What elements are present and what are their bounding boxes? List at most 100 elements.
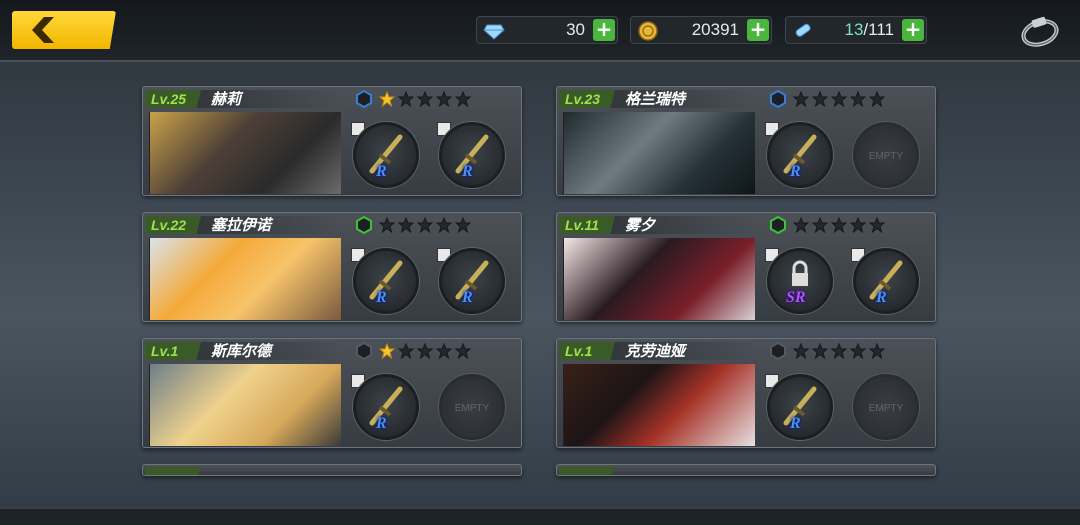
- ring-icon[interactable]: [1018, 13, 1062, 49]
- star-empty-icon: [416, 342, 434, 360]
- star-empty-icon: [416, 90, 434, 108]
- empty-label: EMPTY: [868, 403, 904, 414]
- character-portrait: [563, 112, 755, 194]
- level-badge: Lv.22: [145, 216, 201, 234]
- diamond-icon: [483, 24, 505, 40]
- weapon-slot[interactable]: R: [439, 122, 505, 188]
- character-card[interactable]: Lv.1 克劳迪娅 R EMPTY: [556, 338, 936, 448]
- diamond-value: 30: [566, 20, 585, 39]
- weapon-slot[interactable]: R: [853, 248, 919, 314]
- rarity-label: R: [790, 415, 801, 432]
- level-badge: Lv.23: [559, 90, 615, 108]
- weapon-slot[interactable]: R: [439, 248, 505, 314]
- bottom-band: [0, 508, 1080, 525]
- character-portrait: [563, 364, 755, 446]
- star-empty-icon: [454, 342, 472, 360]
- weapon-slot[interactable]: R: [767, 122, 833, 188]
- character-card[interactable]: Lv.23 格兰瑞特 R EMPTY: [556, 86, 936, 196]
- add-gold-button[interactable]: +: [747, 19, 769, 41]
- level-badge: Lv.25: [145, 90, 201, 108]
- add-diamond-button[interactable]: +: [593, 19, 615, 41]
- empty-label: EMPTY: [868, 151, 904, 162]
- star-rating: [792, 216, 886, 234]
- star-empty-icon: [397, 216, 415, 234]
- star-empty-icon: [830, 342, 848, 360]
- character-card[interactable]: Lv.11 雾夕 SR R: [556, 212, 936, 322]
- empty-equip-slot[interactable]: EMPTY: [853, 122, 919, 188]
- rarity-label: R: [376, 289, 387, 306]
- character-name: 塞拉伊诺: [211, 216, 272, 234]
- character-card[interactable]: Lv.25 赫莉 R R: [142, 86, 522, 196]
- rarity-label: R: [462, 163, 473, 180]
- star-rating: [378, 90, 472, 108]
- character-portrait: [563, 238, 755, 320]
- star-empty-icon: [792, 90, 810, 108]
- level-badge: Lv.1: [145, 342, 201, 360]
- star-empty-icon: [830, 90, 848, 108]
- rank-hexagon-icon: [770, 90, 786, 108]
- level-badge: [559, 467, 615, 475]
- star-empty-icon: [811, 216, 829, 234]
- character-name: 雾夕: [625, 216, 656, 234]
- rank-hexagon-icon: [770, 216, 786, 234]
- star-empty-icon: [454, 90, 472, 108]
- level-badge: Lv.1: [559, 342, 615, 360]
- character-name: 克劳迪娅: [625, 342, 686, 360]
- star-empty-icon: [435, 216, 453, 234]
- empty-label: EMPTY: [454, 403, 490, 414]
- stamina-counter: 13/111 +: [785, 16, 927, 44]
- level-badge: [145, 467, 201, 475]
- diamond-counter: 30 +: [476, 16, 618, 44]
- star-empty-icon: [435, 342, 453, 360]
- character-card[interactable]: Lv.1 斯库尔德 R EMPTY: [142, 338, 522, 448]
- rarity-label: R: [376, 163, 387, 180]
- star-empty-icon: [811, 342, 829, 360]
- rarity-label: SR: [786, 289, 806, 306]
- star-empty-icon: [868, 216, 886, 234]
- character-name: 格兰瑞特: [625, 90, 686, 108]
- weapon-slot[interactable]: R: [353, 374, 419, 440]
- add-stamina-button[interactable]: +: [902, 19, 924, 41]
- character-card[interactable]: Lv.22 塞拉伊诺 R R: [142, 212, 522, 322]
- character-portrait: [149, 238, 341, 320]
- gold-coin-icon: [638, 21, 658, 41]
- character-card-partial[interactable]: [556, 464, 936, 476]
- top-bar: 30 + 20391 + 13/111 +: [0, 0, 1080, 62]
- stamina-vial-icon: [795, 23, 811, 37]
- rarity-label: R: [462, 289, 473, 306]
- stamina-value: 13/111: [844, 20, 895, 39]
- rarity-label: R: [376, 415, 387, 432]
- star-empty-icon: [830, 216, 848, 234]
- back-button[interactable]: [12, 11, 116, 49]
- rank-hexagon-icon: [770, 342, 786, 360]
- character-portrait: [149, 364, 341, 446]
- star-empty-icon: [378, 216, 396, 234]
- star-empty-icon: [397, 90, 415, 108]
- empty-equip-slot[interactable]: EMPTY: [439, 374, 505, 440]
- empty-equip-slot[interactable]: EMPTY: [853, 374, 919, 440]
- character-name: 赫莉: [211, 90, 242, 108]
- level-badge: Lv.11: [559, 216, 615, 234]
- character-card-partial[interactable]: [142, 464, 522, 476]
- star-empty-icon: [849, 90, 867, 108]
- weapon-slot[interactable]: R: [353, 122, 419, 188]
- rank-hexagon-icon: [356, 342, 372, 360]
- weapon-slot[interactable]: SR: [767, 248, 833, 314]
- character-portrait: [149, 112, 341, 194]
- weapon-slot[interactable]: R: [353, 248, 419, 314]
- star-empty-icon: [868, 342, 886, 360]
- star-rating: [378, 342, 472, 360]
- star-rating: [378, 216, 472, 234]
- weapon-slot[interactable]: R: [767, 374, 833, 440]
- star-filled-icon: [378, 90, 396, 108]
- star-empty-icon: [454, 216, 472, 234]
- star-empty-icon: [416, 216, 434, 234]
- gold-counter: 20391 +: [630, 16, 772, 44]
- star-empty-icon: [397, 342, 415, 360]
- star-rating: [792, 90, 886, 108]
- star-empty-icon: [868, 90, 886, 108]
- star-empty-icon: [792, 342, 810, 360]
- star-filled-icon: [378, 342, 396, 360]
- rank-hexagon-icon: [356, 216, 372, 234]
- gold-value: 20391: [691, 20, 739, 39]
